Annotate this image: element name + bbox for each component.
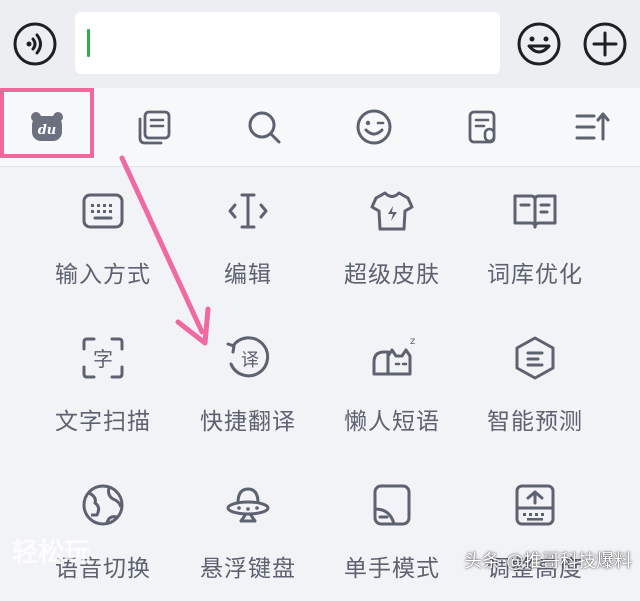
search-icon <box>248 111 281 144</box>
text-caret <box>87 29 90 57</box>
svg-text:字: 字 <box>93 347 113 371</box>
ufo-icon <box>226 487 270 523</box>
grid-item-adjust-height[interactable]: 调整高度 <box>455 461 615 601</box>
adjust-height-icon <box>515 484 555 526</box>
toolbar-du-logo[interactable]: du <box>7 88 87 166</box>
grid-item-input-method[interactable]: 输入方式 <box>23 167 183 307</box>
grid-item-label: 文字扫描 <box>55 409 151 435</box>
grid-item-label: 智能预测 <box>487 409 583 435</box>
more-button[interactable] <box>582 21 628 67</box>
grid-item-label: 快捷翻译 <box>200 409 296 435</box>
grid-item-lazy-phrases[interactable]: z 懒人短语 <box>312 314 472 454</box>
function-grid: 输入方式 编辑 超级皮肤 词库优化 字 文字扫描 译 快捷翻译 z 懒人短语 智… <box>0 167 640 587</box>
toolbar-doc-edit[interactable] <box>443 88 523 166</box>
message-input[interactable] <box>75 12 500 74</box>
grid-item-super-skin[interactable]: 超级皮肤 <box>312 167 472 307</box>
scan-char-icon: 字 <box>82 337 124 379</box>
grid-item-label: 懒人短语 <box>344 409 440 435</box>
svg-text:du: du <box>38 123 57 138</box>
svg-text:译: 译 <box>241 350 259 371</box>
grid-item-label: 编辑 <box>224 262 272 288</box>
watermark-left: 轻松玩 <box>12 538 91 568</box>
grid-item-quick-translate[interactable]: 译 快捷翻译 <box>168 314 328 454</box>
keyboard-icon <box>82 193 124 229</box>
translate-icon: 译 <box>226 336 270 378</box>
toolbar-search[interactable] <box>224 88 304 166</box>
grid-item-floating-keyboard[interactable]: 悬浮键盘 <box>168 461 328 601</box>
toolbar-menu[interactable] <box>552 88 632 166</box>
grid-item-lexicon[interactable]: 词库优化 <box>455 167 615 307</box>
grid-item-smart-predict[interactable]: 智能预测 <box>455 314 615 454</box>
smiley-icon <box>517 22 561 66</box>
wink-face-icon <box>356 109 392 145</box>
grid-item-text-scan[interactable]: 字 文字扫描 <box>23 314 183 454</box>
tshirt-icon <box>370 191 414 231</box>
voice-icon <box>13 22 57 66</box>
voice-input-button[interactable] <box>12 21 58 67</box>
svg-text:z: z <box>410 336 415 347</box>
emoji-button[interactable] <box>516 21 562 67</box>
keyboard-toolbar: du <box>0 88 640 167</box>
grid-item-label: 词库优化 <box>487 262 583 288</box>
doc-edit-icon <box>468 110 496 144</box>
grid-item-label: 单手模式 <box>344 556 440 582</box>
grid-item-label: 超级皮肤 <box>344 262 440 288</box>
toolbar-clipboard[interactable] <box>114 88 194 166</box>
toolbar-emoji[interactable] <box>334 88 414 166</box>
du-bear-logo-icon: du <box>31 112 63 141</box>
plus-icon <box>583 22 627 66</box>
watermark-right: 头条 @推哥科技爆料 <box>464 551 632 572</box>
grid-item-label: 悬浮键盘 <box>200 556 296 582</box>
book-icon <box>513 194 557 229</box>
grid-item-one-hand-mode[interactable]: 单手模式 <box>312 461 472 601</box>
grid-item-label: 输入方式 <box>55 262 151 288</box>
sleeping-cat-icon: z <box>372 336 415 376</box>
collapse-menu-icon <box>575 112 610 141</box>
grid-item-voice-switch[interactable]: 语音切换 <box>23 461 183 601</box>
text-cursor-icon <box>228 193 268 229</box>
input-bar <box>0 0 640 88</box>
predict-icon <box>515 336 555 380</box>
globe-icon <box>82 484 124 526</box>
one-hand-icon <box>373 484 411 526</box>
grid-item-edit[interactable]: 编辑 <box>168 167 328 307</box>
clipboard-icon <box>138 110 171 145</box>
